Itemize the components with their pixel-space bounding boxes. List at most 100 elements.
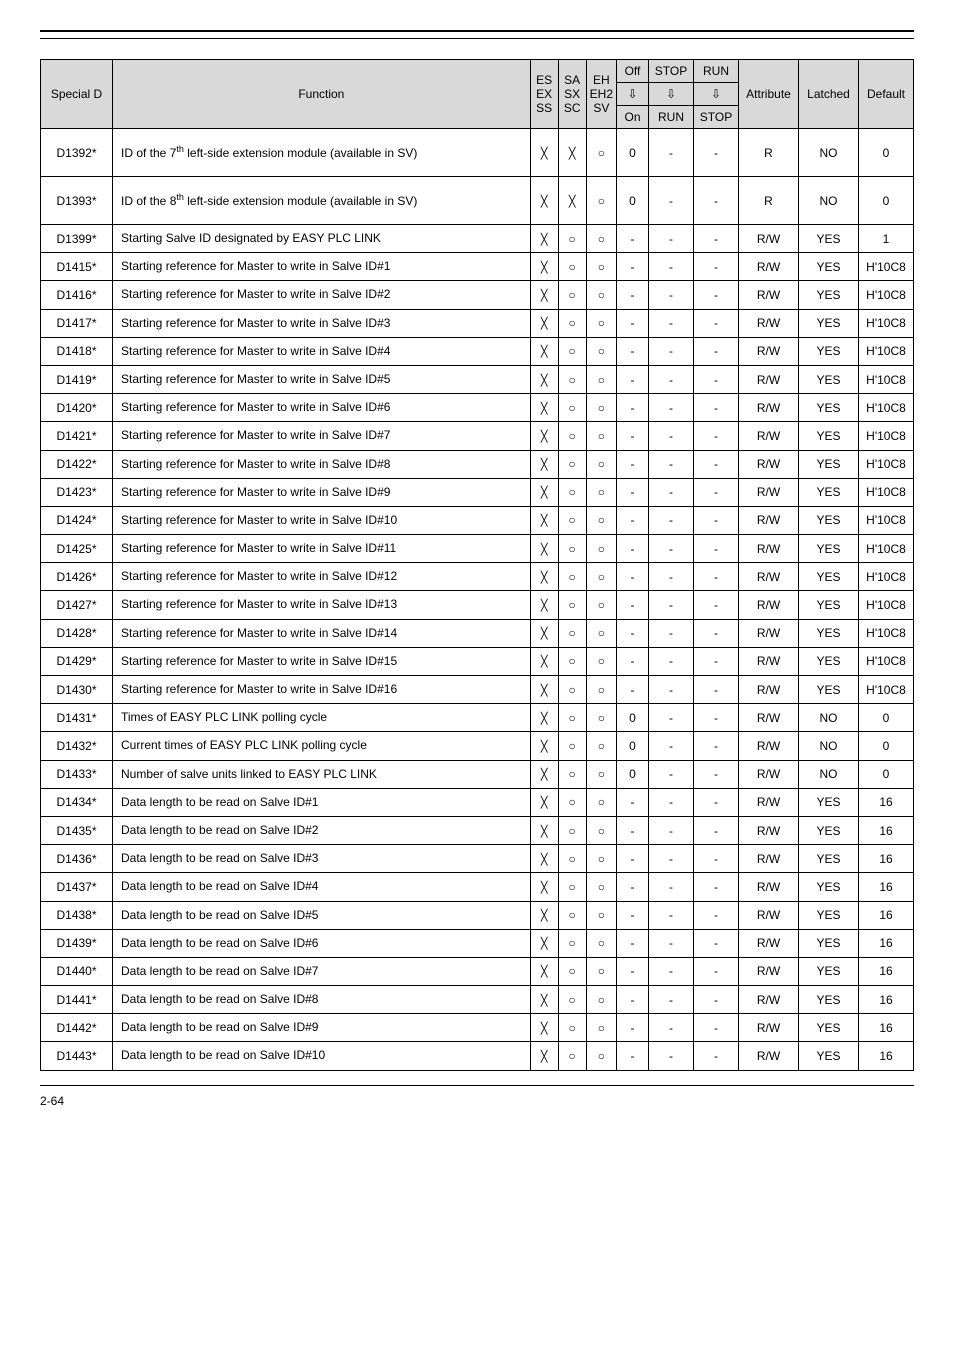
circle-icon (569, 260, 576, 274)
table-cell: Data length to be read on Salve ID#10 (113, 1042, 531, 1070)
table-cell: D1438* (41, 901, 113, 929)
table-cell (558, 478, 586, 506)
table-cell (530, 253, 558, 281)
table-row: D1424*Starting reference for Master to w… (41, 506, 914, 534)
table-cell: - (649, 591, 694, 619)
table-cell: - (694, 422, 739, 450)
table-cell: H'10C8 (859, 647, 914, 675)
table-cell: - (617, 957, 649, 985)
table-cell: ID of the 7th left-side extension module… (113, 129, 531, 177)
table-cell: D1436* (41, 845, 113, 873)
cross-icon (541, 344, 548, 358)
table-cell (586, 619, 616, 647)
table-cell (530, 129, 558, 177)
table-cell: D1425* (41, 535, 113, 563)
circle-icon (598, 1049, 605, 1063)
table-cell: D1433* (41, 760, 113, 788)
table-cell: NO (799, 760, 859, 788)
circle-icon (598, 852, 605, 866)
top-rule-thick (40, 30, 914, 32)
table-cell: D1437* (41, 873, 113, 901)
circle-icon (569, 429, 576, 443)
circle-icon (569, 880, 576, 894)
table-cell: - (649, 619, 694, 647)
table-cell: NO (799, 129, 859, 177)
table-cell: Starting reference for Master to write i… (113, 506, 531, 534)
table-cell: Data length to be read on Salve ID#6 (113, 929, 531, 957)
circle-icon (598, 485, 605, 499)
table-cell: D1430* (41, 676, 113, 704)
circle-icon (598, 570, 605, 584)
cross-icon (541, 739, 548, 753)
table-cell (530, 957, 558, 985)
table-cell (530, 1014, 558, 1042)
hdr-sa: SASXSC (558, 60, 586, 129)
table-cell: YES (799, 225, 859, 253)
table-cell: - (649, 760, 694, 788)
table-cell: R/W (739, 422, 799, 450)
table-cell (530, 845, 558, 873)
circle-icon (569, 824, 576, 838)
circle-icon (569, 457, 576, 471)
table-cell (558, 591, 586, 619)
table-cell: 16 (859, 873, 914, 901)
table-cell: - (694, 873, 739, 901)
table-cell: 16 (859, 957, 914, 985)
table-row: D1427*Starting reference for Master to w… (41, 591, 914, 619)
table-cell: - (649, 450, 694, 478)
table-cell: - (694, 619, 739, 647)
table-cell (586, 253, 616, 281)
table-cell: R/W (739, 732, 799, 760)
table-cell: - (649, 253, 694, 281)
circle-icon (569, 936, 576, 950)
table-row: D1432*Current times of EASY PLC LINK pol… (41, 732, 914, 760)
table-cell: - (617, 845, 649, 873)
circle-icon (598, 373, 605, 387)
table-cell: R/W (739, 563, 799, 591)
table-cell: - (617, 337, 649, 365)
cross-icon (541, 767, 548, 781)
table-cell: 0 (617, 704, 649, 732)
table-cell: - (617, 450, 649, 478)
table-cell: - (649, 788, 694, 816)
table-cell: H'10C8 (859, 281, 914, 309)
table-cell: D1434* (41, 788, 113, 816)
table-cell (586, 563, 616, 591)
table-cell: 16 (859, 1042, 914, 1070)
cross-icon (541, 964, 548, 978)
table-cell: H'10C8 (859, 394, 914, 422)
table-cell: H'10C8 (859, 591, 914, 619)
table-cell: - (617, 1014, 649, 1042)
table-cell (558, 986, 586, 1014)
table-cell (530, 704, 558, 732)
table-cell: - (694, 788, 739, 816)
table-cell (586, 873, 616, 901)
circle-icon (569, 908, 576, 922)
table-cell: R/W (739, 1042, 799, 1070)
cross-icon (541, 880, 548, 894)
table-cell (558, 704, 586, 732)
table-cell (558, 957, 586, 985)
table-cell: - (694, 225, 739, 253)
table-cell: - (694, 591, 739, 619)
table-cell: H'10C8 (859, 253, 914, 281)
table-cell: YES (799, 845, 859, 873)
circle-icon (569, 711, 576, 725)
table-cell (530, 365, 558, 393)
table-row: D1425*Starting reference for Master to w… (41, 535, 914, 563)
hdr-run2: RUN (649, 106, 694, 129)
table-cell: D1418* (41, 337, 113, 365)
table-row: D1421*Starting reference for Master to w… (41, 422, 914, 450)
table-cell: YES (799, 281, 859, 309)
circle-icon (569, 401, 576, 415)
table-cell: YES (799, 478, 859, 506)
table-row: D1392*ID of the 7th left-side extension … (41, 129, 914, 177)
table-cell (558, 253, 586, 281)
table-cell: - (649, 929, 694, 957)
circle-icon (569, 598, 576, 612)
table-row: D1417*Starting reference for Master to w… (41, 309, 914, 337)
table-cell: Starting reference for Master to write i… (113, 394, 531, 422)
table-cell: H'10C8 (859, 450, 914, 478)
table-cell: D1440* (41, 957, 113, 985)
cross-icon (569, 146, 576, 160)
